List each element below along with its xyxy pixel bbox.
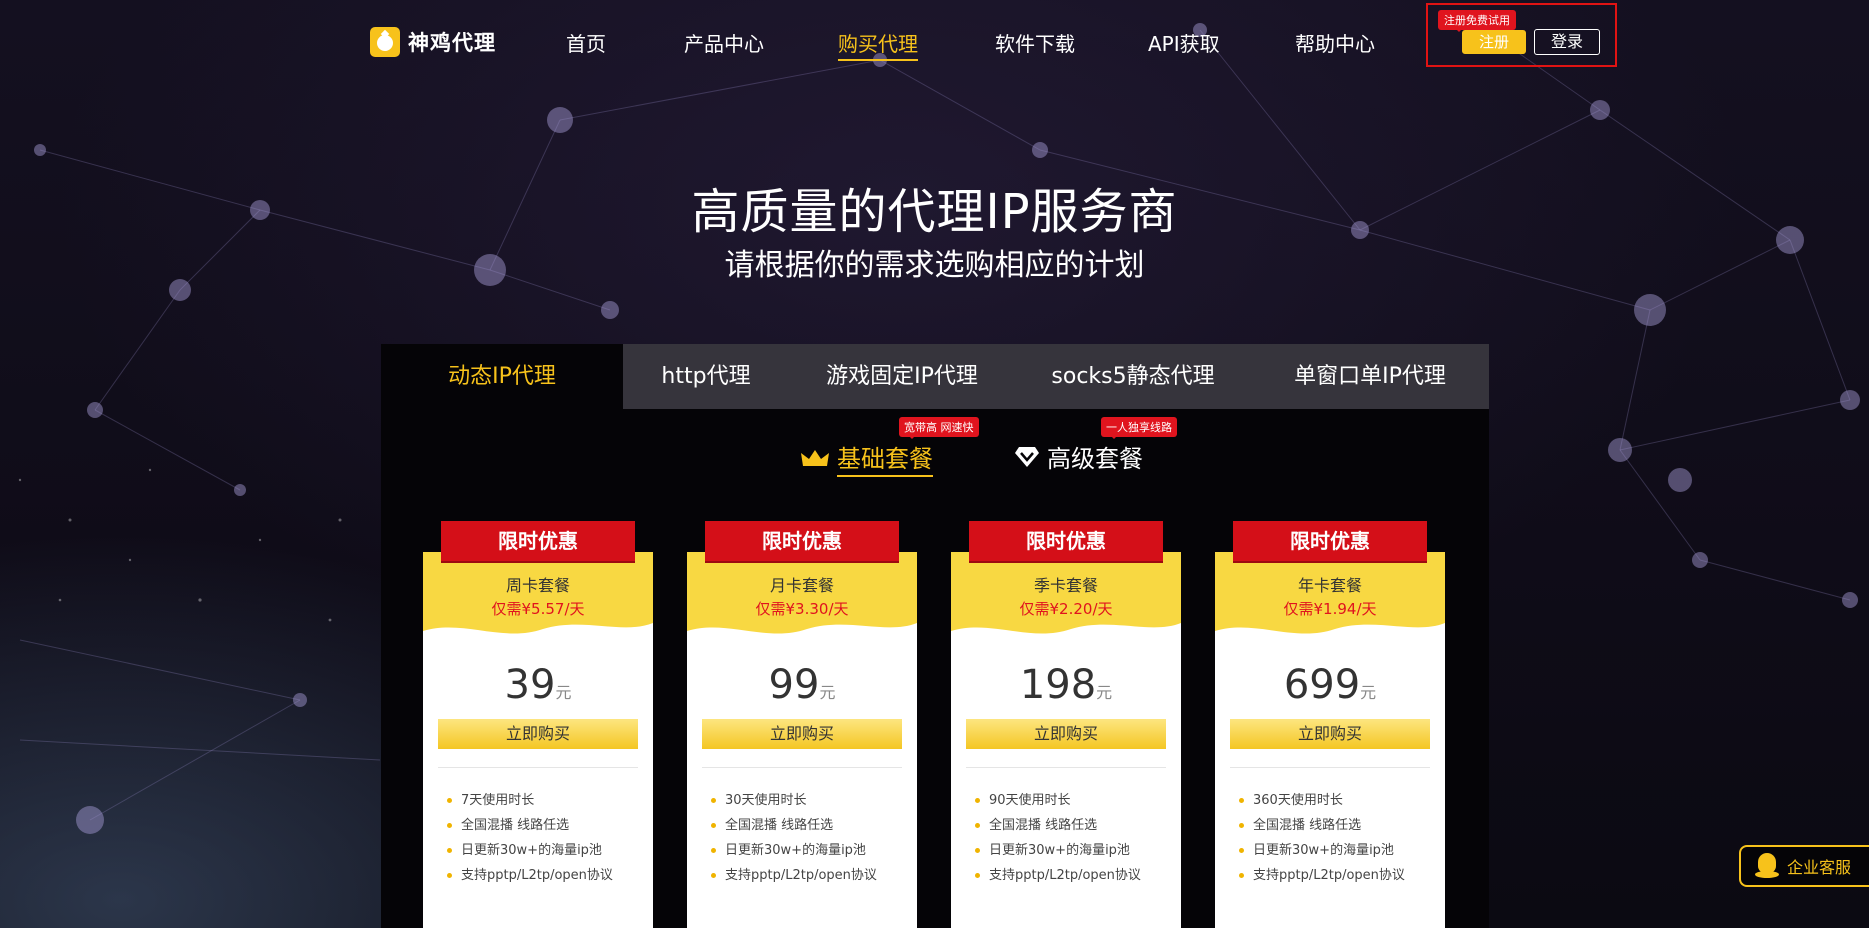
feature-item: 全国混播 线路任选 bbox=[443, 813, 643, 838]
customer-service-button[interactable]: 企业客服 bbox=[1739, 845, 1869, 887]
feature-item: 7天使用时长 bbox=[443, 788, 643, 813]
feature-item: 支持pptp/L2tp/open协议 bbox=[707, 863, 907, 888]
package-basic-option[interactable]: 基础套餐 宽带高 网速快 bbox=[801, 417, 979, 477]
nav-item-home[interactable]: 首页 bbox=[566, 28, 606, 57]
plan-card-monthly: 月卡套餐 仅需¥3.30/天 限时优惠 99元 立即购买 30天使用时长 全国混… bbox=[687, 521, 917, 928]
crown-icon bbox=[801, 450, 829, 466]
plan-price: 39元 bbox=[423, 662, 653, 708]
plan-name: 月卡套餐 bbox=[769, 576, 834, 595]
buy-now-button[interactable]: 立即购买 bbox=[1230, 719, 1430, 749]
plan-price: 198元 bbox=[951, 662, 1181, 708]
feature-item: 日更新30w+的海量ip池 bbox=[1235, 838, 1435, 863]
package-advanced-tag: 一人独享线路 bbox=[1101, 417, 1177, 439]
hero-subtitle: 请根据你的需求选购相应的计划 bbox=[724, 248, 1145, 283]
card-header: 周卡套餐 仅需¥5.57/天 bbox=[423, 552, 653, 647]
proxy-type-tabs: 动态IP代理 http代理 游戏固定IP代理 socks5静态代理 单窗口单IP… bbox=[381, 344, 1489, 409]
wave-decoration bbox=[1215, 623, 1445, 647]
limited-offer-ribbon: 限时优惠 bbox=[441, 521, 635, 561]
nav-item-buy-proxy[interactable]: 购买代理 bbox=[838, 28, 918, 61]
plan-name: 季卡套餐 bbox=[1033, 576, 1098, 595]
plan-price-value: 699 bbox=[1283, 662, 1361, 708]
brand-logo[interactable]: 神鸡代理 bbox=[370, 27, 496, 57]
wave-decoration bbox=[951, 623, 1181, 647]
feature-item: 360天使用时长 bbox=[1235, 788, 1435, 813]
wave-decoration bbox=[687, 623, 917, 647]
feature-item: 全国混播 线路任选 bbox=[971, 813, 1171, 838]
top-navigation: 神鸡代理 首页 产品中心 购买代理 软件下载 API获取 帮助中心 注册免费试用… bbox=[0, 0, 1869, 84]
card-divider bbox=[1230, 767, 1430, 768]
plan-daily-price: 仅需¥5.57/天 bbox=[491, 600, 585, 618]
tab-http[interactable]: http代理 bbox=[623, 344, 789, 409]
plan-name: 周卡套餐 bbox=[505, 576, 570, 595]
tab-dynamic-ip[interactable]: 动态IP代理 bbox=[381, 344, 623, 409]
register-button[interactable]: 注册 bbox=[1462, 30, 1526, 54]
plan-price-value: 99 bbox=[768, 662, 820, 708]
brand-name: 神鸡代理 bbox=[408, 31, 496, 55]
package-basic-tag: 宽带高 网速快 bbox=[899, 417, 979, 439]
plan-price: 99元 bbox=[687, 662, 917, 708]
plan-price-value: 39 bbox=[504, 662, 556, 708]
pricing-panel: 动态IP代理 http代理 游戏固定IP代理 socks5静态代理 单窗口单IP… bbox=[381, 344, 1489, 928]
buy-now-button[interactable]: 立即购买 bbox=[966, 719, 1166, 749]
plan-price-unit: 元 bbox=[819, 683, 836, 702]
auth-area: 注册免费试用 注册 登录 bbox=[1426, 3, 1617, 67]
feature-item: 90天使用时长 bbox=[971, 788, 1171, 813]
plan-card-weekly: 周卡套餐 仅需¥5.57/天 限时优惠 39元 立即购买 7天使用时长 全国混播… bbox=[423, 521, 653, 928]
plan-daily-price: 仅需¥2.20/天 bbox=[1019, 600, 1113, 618]
nav-item-help[interactable]: 帮助中心 bbox=[1295, 28, 1375, 57]
plan-card-quarterly: 季卡套餐 仅需¥2.20/天 限时优惠 198元 立即购买 90天使用时长 全国… bbox=[951, 521, 1181, 928]
card-divider bbox=[438, 767, 638, 768]
feature-item: 全国混播 线路任选 bbox=[1235, 813, 1435, 838]
plan-card-yearly: 年卡套餐 仅需¥1.94/天 限时优惠 699元 立即购买 360天使用时长 全… bbox=[1215, 521, 1445, 928]
nav-item-downloads[interactable]: 软件下载 bbox=[995, 28, 1075, 57]
plan-price: 699元 bbox=[1215, 662, 1445, 708]
plan-daily-price: 仅需¥1.94/天 bbox=[1283, 600, 1377, 618]
hero-title: 高质量的代理IP服务商 bbox=[691, 184, 1178, 240]
card-divider bbox=[966, 767, 1166, 768]
diamond-icon bbox=[1015, 446, 1039, 467]
buy-now-button[interactable]: 立即购买 bbox=[438, 719, 638, 749]
limited-offer-ribbon: 限时优惠 bbox=[969, 521, 1163, 561]
buy-now-button[interactable]: 立即购买 bbox=[702, 719, 902, 749]
plan-daily-price: 仅需¥3.30/天 bbox=[755, 600, 849, 618]
plan-price-value: 198 bbox=[1019, 662, 1097, 708]
package-advanced-option[interactable]: 高级套餐 一人独享线路 bbox=[1015, 417, 1177, 474]
tab-single-window-ip[interactable]: 单窗口单IP代理 bbox=[1251, 344, 1489, 409]
feature-item: 日更新30w+的海量ip池 bbox=[443, 838, 643, 863]
feature-item: 日更新30w+的海量ip池 bbox=[971, 838, 1171, 863]
card-header: 年卡套餐 仅需¥1.94/天 bbox=[1215, 552, 1445, 647]
plan-name: 年卡套餐 bbox=[1297, 576, 1362, 595]
tab-game-fixed-ip[interactable]: 游戏固定IP代理 bbox=[789, 344, 1015, 409]
nav-item-products[interactable]: 产品中心 bbox=[684, 28, 764, 57]
customer-service-label: 企业客服 bbox=[1787, 858, 1852, 877]
limited-offer-ribbon: 限时优惠 bbox=[705, 521, 899, 561]
chicken-logo-icon bbox=[370, 27, 400, 57]
package-advanced-label: 高级套餐 bbox=[1047, 445, 1143, 473]
card-divider bbox=[702, 767, 902, 768]
plan-price-unit: 元 bbox=[1096, 683, 1113, 702]
feature-item: 支持pptp/L2tp/open协议 bbox=[443, 863, 643, 888]
card-header: 月卡套餐 仅需¥3.30/天 bbox=[687, 552, 917, 647]
login-button[interactable]: 登录 bbox=[1534, 29, 1600, 55]
qq-icon bbox=[1755, 853, 1779, 879]
tab-socks5-static[interactable]: socks5静态代理 bbox=[1015, 344, 1251, 409]
plan-features: 7天使用时长 全国混播 线路任选 日更新30w+的海量ip池 支持pptp/L2… bbox=[443, 788, 643, 888]
plan-features: 90天使用时长 全国混播 线路任选 日更新30w+的海量ip池 支持pptp/L… bbox=[971, 788, 1171, 888]
card-header: 季卡套餐 仅需¥2.20/天 bbox=[951, 552, 1181, 647]
limited-offer-ribbon: 限时优惠 bbox=[1233, 521, 1427, 561]
feature-item: 30天使用时长 bbox=[707, 788, 907, 813]
package-basic-label: 基础套餐 bbox=[837, 439, 933, 477]
nav-item-api[interactable]: API获取 bbox=[1148, 28, 1220, 57]
plan-features: 360天使用时长 全国混播 线路任选 日更新30w+的海量ip池 支持pptp/… bbox=[1235, 788, 1435, 888]
feature-item: 支持pptp/L2tp/open协议 bbox=[1235, 863, 1435, 888]
feature-item: 日更新30w+的海量ip池 bbox=[707, 838, 907, 863]
feature-item: 全国混播 线路任选 bbox=[707, 813, 907, 838]
plan-price-unit: 元 bbox=[1360, 683, 1377, 702]
plan-price-unit: 元 bbox=[555, 683, 572, 702]
free-trial-badge: 注册免费试用 bbox=[1438, 10, 1516, 32]
feature-item: 支持pptp/L2tp/open协议 bbox=[971, 863, 1171, 888]
wave-decoration bbox=[423, 623, 653, 647]
plan-features: 30天使用时长 全国混播 线路任选 日更新30w+的海量ip池 支持pptp/L… bbox=[707, 788, 907, 888]
